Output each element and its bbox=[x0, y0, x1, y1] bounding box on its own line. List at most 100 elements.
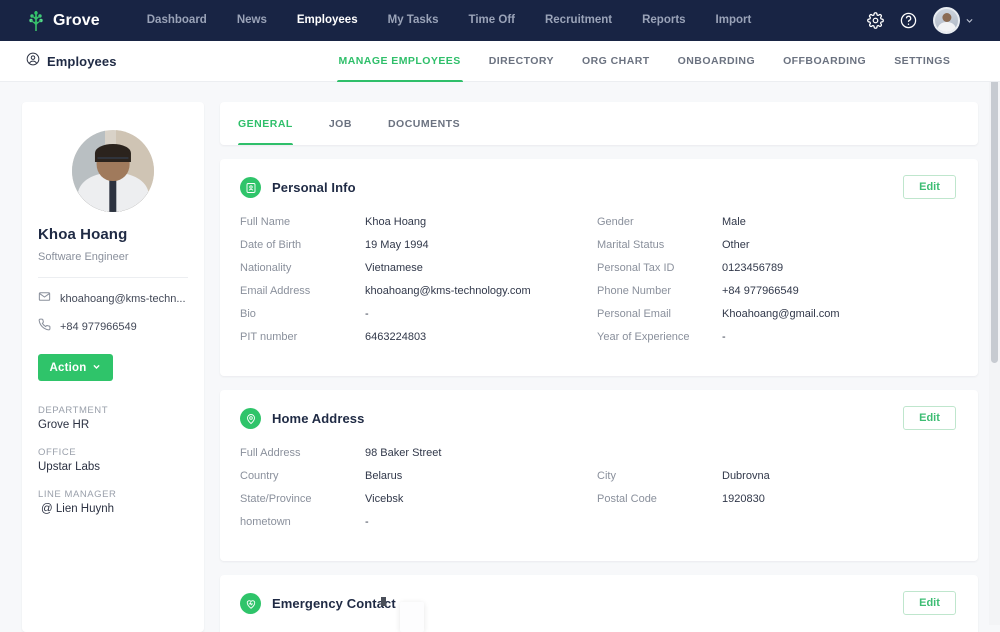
edit-personal-info-button[interactable]: Edit bbox=[903, 175, 956, 199]
meta-label-department: DEPARTMENT bbox=[38, 405, 188, 416]
chevron-down-icon bbox=[92, 362, 101, 374]
nav-link-import[interactable]: Import bbox=[701, 0, 767, 41]
field-value: Dubrovna bbox=[722, 470, 770, 482]
top-nav-actions bbox=[867, 7, 986, 34]
field-postal-code: Postal Code 1920830 bbox=[597, 493, 954, 516]
field-label: Personal Tax ID bbox=[597, 262, 722, 274]
nav-link-time-off[interactable]: Time Off bbox=[454, 0, 530, 41]
employee-phone-row[interactable]: +84 977966549 bbox=[38, 318, 188, 336]
field-value: Vietnamese bbox=[365, 262, 423, 274]
field-label: Full Name bbox=[240, 216, 365, 228]
subtab-directory[interactable]: DIRECTORY bbox=[475, 41, 568, 82]
home-address-header: Home Address bbox=[240, 408, 954, 429]
employee-email-row[interactable]: khoahoang@kms-techn... bbox=[38, 290, 188, 308]
subtab-settings[interactable]: SETTINGS bbox=[880, 41, 964, 82]
meta-value-line-manager[interactable]: @ Lien Huynh bbox=[38, 503, 188, 515]
edit-home-address-button[interactable]: Edit bbox=[903, 406, 956, 430]
field-email-address: Email Address khoahoang@kms-technology.c… bbox=[240, 285, 597, 308]
field-label: Gender bbox=[597, 216, 722, 228]
field-label: Personal Email bbox=[597, 308, 722, 320]
action-button[interactable]: Action bbox=[38, 354, 113, 381]
emergency-contact-title: Emergency Contact bbox=[272, 596, 396, 611]
page-body: Khoa Hoang Software Engineer khoahoang@k… bbox=[0, 82, 1000, 625]
employee-photo bbox=[72, 130, 154, 212]
personal-info-card: Personal Info Edit Full Name Khoa Hoang … bbox=[220, 159, 978, 376]
page-scrollbar[interactable] bbox=[989, 41, 1000, 625]
subtab-onboarding[interactable]: ONBOARDING bbox=[664, 41, 769, 82]
field-phone-number: Phone Number +84 977966549 bbox=[597, 285, 954, 308]
tab-job[interactable]: JOB bbox=[319, 102, 362, 145]
brand-logo-group[interactable]: Grove bbox=[26, 10, 100, 32]
edit-emergency-contact-button[interactable]: Edit bbox=[903, 591, 956, 615]
personal-info-right-column: Gender Male Marital Status Other Persona… bbox=[597, 216, 954, 354]
home-address-title: Home Address bbox=[272, 411, 364, 426]
employee-phone: +84 977966549 bbox=[60, 321, 137, 333]
field-country: Country Belarus bbox=[240, 470, 597, 493]
section-header-bar: Employees MANAGE EMPLOYEES DIRECTORY ORG… bbox=[0, 41, 1000, 82]
field-value: Vicebsk bbox=[365, 493, 403, 505]
field-full-address: Full Address 98 Baker Street bbox=[240, 447, 597, 470]
field-personal-tax-id: Personal Tax ID 0123456789 bbox=[597, 262, 954, 285]
field-value: - bbox=[722, 331, 726, 343]
personal-info-header: Personal Info bbox=[240, 177, 954, 198]
nav-link-my-tasks[interactable]: My Tasks bbox=[373, 0, 454, 41]
field-label: Date of Birth bbox=[240, 239, 365, 251]
employee-profile-sidebar: Khoa Hoang Software Engineer khoahoang@k… bbox=[22, 102, 204, 632]
field-value: +84 977966549 bbox=[722, 285, 799, 297]
field-year-of-experience: Year of Experience - bbox=[597, 331, 954, 354]
field-value: Belarus bbox=[365, 470, 402, 482]
meta-label-line-manager: LINE MANAGER bbox=[38, 489, 188, 500]
employee-email: khoahoang@kms-techn... bbox=[60, 293, 186, 305]
top-navigation-bar: Grove Dashboard News Employees My Tasks … bbox=[0, 0, 1000, 41]
field-label: Marital Status bbox=[597, 239, 722, 251]
field-spacer-top bbox=[597, 447, 954, 470]
emergency-contact-header: Emergency Contact bbox=[240, 593, 954, 614]
field-spacer-bottom bbox=[597, 516, 954, 539]
field-city: City Dubrovna bbox=[597, 470, 954, 493]
field-value: Khoahoang@gmail.com bbox=[722, 308, 840, 320]
home-address-right-column: City Dubrovna Postal Code 1920830 bbox=[597, 447, 954, 539]
emergency-contact-card: Emergency Contact Edit bbox=[220, 575, 978, 632]
field-value: - bbox=[365, 308, 369, 320]
question-circle-icon[interactable] bbox=[900, 12, 917, 29]
tab-documents[interactable]: DOCUMENTS bbox=[378, 102, 470, 145]
meta-value-department: Grove HR bbox=[38, 419, 188, 431]
scrollbar-thumb[interactable] bbox=[991, 45, 998, 363]
home-address-fields: Full Address 98 Baker Street Country Bel… bbox=[240, 447, 954, 539]
text-cursor-artifact bbox=[381, 597, 386, 606]
user-circle-icon bbox=[26, 52, 40, 71]
emergency-contact-icon bbox=[240, 593, 261, 614]
field-value: 1920830 bbox=[722, 493, 765, 505]
nav-link-news[interactable]: News bbox=[222, 0, 282, 41]
subtab-manage-employees[interactable]: MANAGE EMPLOYEES bbox=[325, 41, 475, 82]
nav-link-reports[interactable]: Reports bbox=[627, 0, 700, 41]
field-label: Email Address bbox=[240, 285, 365, 297]
field-value: khoahoang@kms-technology.com bbox=[365, 285, 531, 297]
meta-value-office: Upstar Labs bbox=[38, 461, 188, 473]
employee-detail-main: GENERAL JOB DOCUMENTS Personal Info Edit bbox=[220, 102, 978, 625]
page-title: Employees bbox=[47, 54, 117, 69]
gear-icon[interactable] bbox=[867, 12, 884, 29]
employee-meta-block: DEPARTMENT Grove HR OFFICE Upstar Labs L… bbox=[38, 405, 188, 515]
employees-subtabs: MANAGE EMPLOYEES DIRECTORY ORG CHART ONB… bbox=[325, 41, 965, 82]
nav-link-dashboard[interactable]: Dashboard bbox=[132, 0, 222, 41]
meta-label-office: OFFICE bbox=[38, 447, 188, 458]
location-pin-icon bbox=[240, 408, 261, 429]
user-menu[interactable] bbox=[933, 7, 974, 34]
field-label: State/Province bbox=[240, 493, 365, 505]
subtab-org-chart[interactable]: ORG CHART bbox=[568, 41, 664, 82]
personal-info-title: Personal Info bbox=[272, 180, 356, 195]
field-label: Bio bbox=[240, 308, 365, 320]
tree-logo-icon bbox=[26, 10, 46, 32]
tab-general[interactable]: GENERAL bbox=[238, 102, 303, 145]
field-state-province: State/Province Vicebsk bbox=[240, 493, 597, 516]
field-value: Khoa Hoang bbox=[365, 216, 426, 228]
id-badge-icon bbox=[240, 177, 261, 198]
nav-link-recruitment[interactable]: Recruitment bbox=[530, 0, 627, 41]
field-value: 0123456789 bbox=[722, 262, 783, 274]
nav-link-employees[interactable]: Employees bbox=[282, 0, 373, 41]
brand-name: Grove bbox=[53, 12, 100, 30]
field-label: hometown bbox=[240, 516, 365, 528]
subtab-offboarding[interactable]: OFFBOARDING bbox=[769, 41, 880, 82]
field-label: Postal Code bbox=[597, 493, 722, 505]
